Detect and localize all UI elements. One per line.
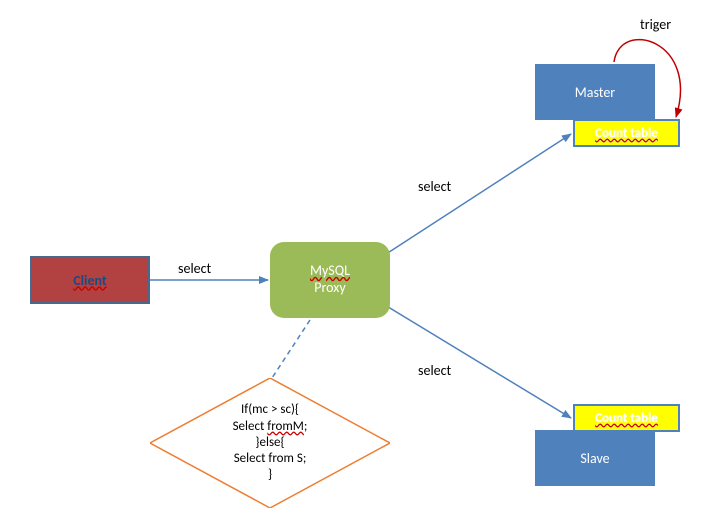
- decision-line5: }: [268, 467, 272, 483]
- decision-line3: }else{: [255, 435, 284, 451]
- edge-label-trigger: triger: [640, 16, 671, 33]
- decision-line4: Select from S;: [234, 451, 307, 467]
- node-client: Client: [30, 256, 150, 304]
- edge-proxy-slave-ct: [380, 302, 571, 418]
- decision-line1: If(mc > sc){: [241, 402, 299, 418]
- decision-line2: Select fromM;: [233, 419, 308, 435]
- master-label: Master: [575, 84, 615, 101]
- client-label: Client: [73, 272, 107, 289]
- node-count-table-slave: Count table: [573, 404, 680, 432]
- edge-label-client-proxy: select: [178, 260, 211, 277]
- node-master: Master: [535, 64, 655, 120]
- node-proxy: MySQL Proxy: [270, 242, 390, 318]
- edge-label-proxy-master: select: [418, 178, 451, 195]
- node-slave: Slave: [535, 430, 655, 486]
- node-decision: If(mc > sc){ Select fromM; }else{ Select…: [150, 378, 390, 508]
- edge-proxy-master-ct: [380, 134, 571, 258]
- decision-text: If(mc > sc){ Select fromM; }else{ Select…: [150, 378, 390, 508]
- proxy-label-line1: MySQL: [310, 263, 350, 280]
- count-table-slave-label: Count table: [595, 411, 658, 426]
- edge-proxy-decision: [272, 320, 310, 378]
- count-table-master-label: Count table: [595, 126, 658, 141]
- slave-label: Slave: [580, 450, 609, 467]
- edge-label-proxy-slave: select: [418, 362, 451, 379]
- proxy-label-line2: Proxy: [314, 280, 345, 297]
- node-count-table-master: Count table: [573, 119, 680, 147]
